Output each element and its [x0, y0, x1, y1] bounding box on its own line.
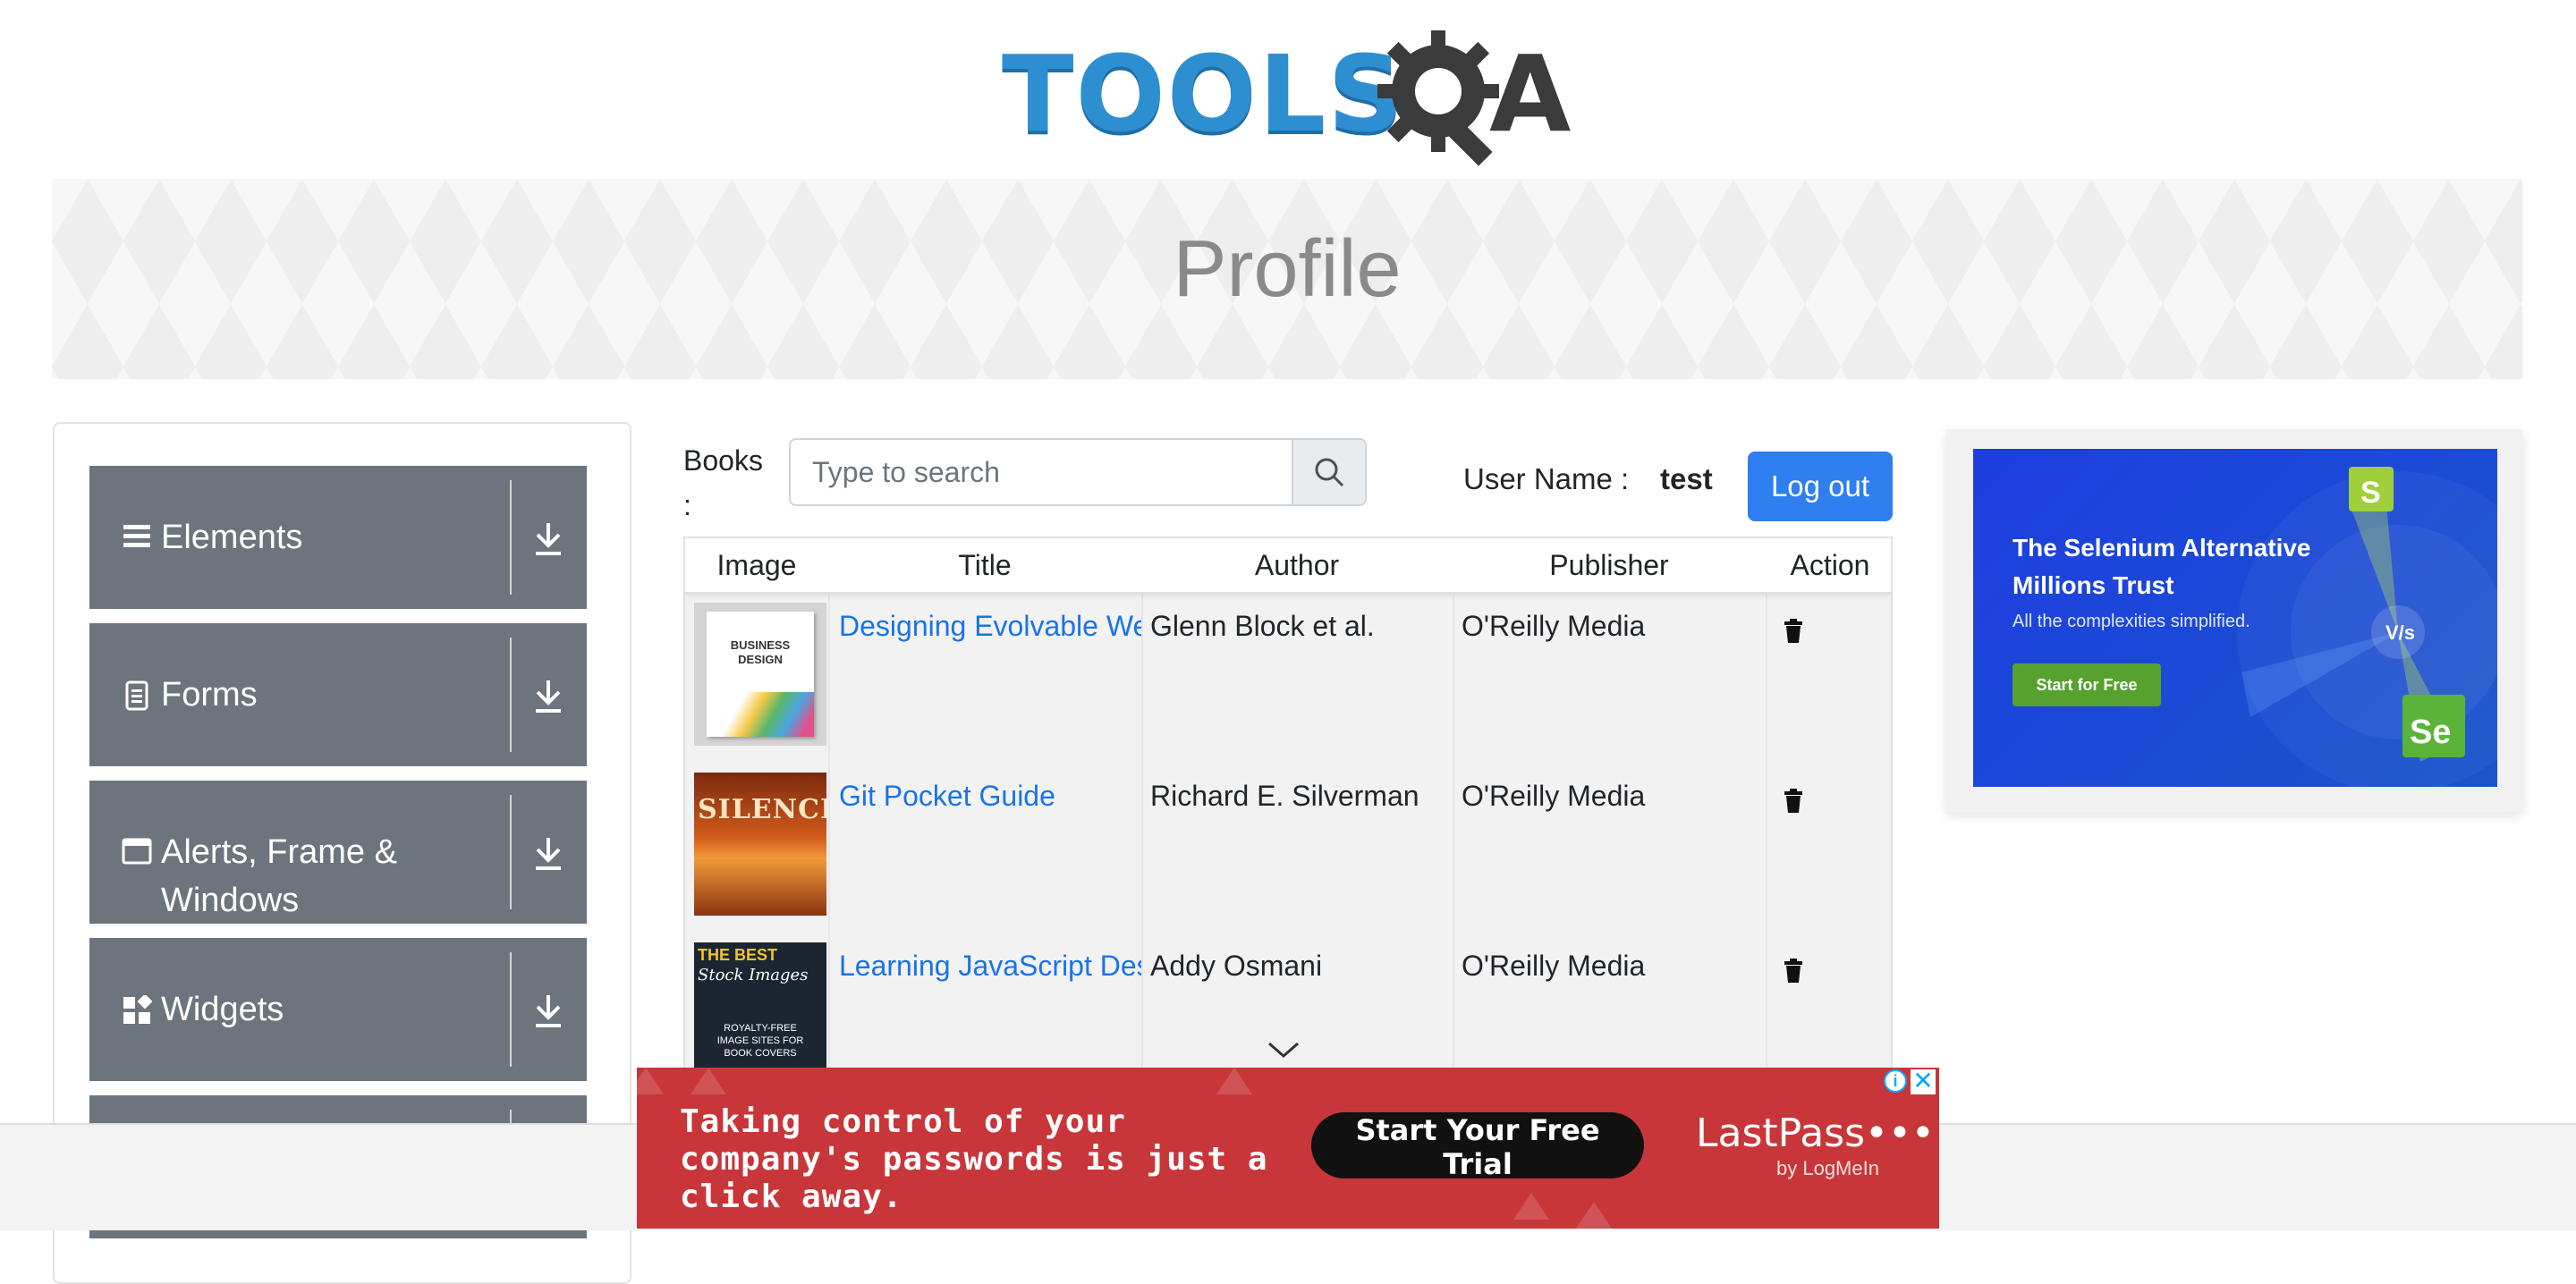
- column-header-author[interactable]: Author: [1141, 538, 1453, 592]
- column-header-publisher[interactable]: Publisher: [1453, 538, 1766, 592]
- bottom-ad[interactable]: Taking control of your company's passwor…: [637, 1068, 1939, 1229]
- sidebar-group-label: Alerts, Frame &: [161, 833, 397, 871]
- book-author: Richard E. Silverman: [1150, 780, 1419, 812]
- logout-button[interactable]: Log out: [1748, 452, 1893, 521]
- book-title-link[interactable]: Learning JavaScript Design Patterns: [839, 948, 1143, 984]
- trash-icon[interactable]: [1784, 619, 1803, 644]
- badge-se: Se: [2410, 714, 2452, 751]
- book-title-link[interactable]: Designing Evolvable Web APIs with ASP.NE…: [839, 608, 1143, 644]
- books-table: BUSINESS DESIGN Designing Evolvable Web …: [683, 536, 1893, 1073]
- book-cover-text: SILENCE: [698, 794, 826, 825]
- logo-suffix: A: [1489, 32, 1572, 156]
- book-title-link[interactable]: Git Pocket Guide: [839, 778, 1143, 814]
- ad-info-icon[interactable]: i: [1884, 1069, 1907, 1093]
- ad-message: Taking control of your company's passwor…: [680, 1103, 1268, 1215]
- toolsqa-logo[interactable]: TOOLS A: [1002, 27, 1583, 166]
- divider: [510, 952, 512, 1067]
- search-icon: [1315, 458, 1344, 487]
- sidebar-group-label-line2: Windows: [161, 882, 300, 919]
- books-label: Books :: [683, 438, 773, 528]
- book-cover-text: ROYALTY-FREE: [724, 1023, 797, 1034]
- download-arrow-icon[interactable]: [532, 992, 564, 1029]
- book-author: Addy Osmani: [1150, 950, 1323, 982]
- table-header: Image Title Author Publisher Action: [685, 538, 1891, 594]
- lastpass-byline: by LogMeIn: [1776, 1157, 1879, 1179]
- book-cover-image[interactable]: BUSINESS DESIGN: [694, 603, 826, 746]
- sidebar-group-forms[interactable]: Forms: [89, 623, 587, 766]
- window-icon: [122, 838, 152, 865]
- chevron-down-icon[interactable]: [1266, 1040, 1301, 1060]
- book-cover-image[interactable]: THE BEST Stock Images ROYALTY-FREE IMAGE…: [694, 942, 826, 1071]
- hamburger-icon: [123, 525, 150, 547]
- books-label-text: Books: [683, 444, 763, 477]
- column-separator: [1453, 538, 1454, 1071]
- divider: [510, 795, 512, 909]
- book-cover-text: BOOK COVERS: [724, 1048, 797, 1059]
- table-row: BUSINESS DESIGN Designing Evolvable Web …: [685, 592, 1891, 762]
- book-cover-text: THE BEST: [698, 946, 778, 964]
- document-icon: [125, 680, 148, 711]
- sidebar-group-label: Widgets: [161, 991, 284, 1028]
- start-free-trial-button[interactable]: Start Your Free Trial: [1311, 1112, 1644, 1181]
- ad-subtext: All the complexities simplified.: [2012, 612, 2250, 631]
- column-separator: [1766, 538, 1767, 1071]
- column-header-image[interactable]: Image: [685, 538, 828, 592]
- search-button[interactable]: [1292, 440, 1365, 504]
- lastpass-logo: LastPass•••|: [1696, 1111, 1939, 1156]
- trash-icon[interactable]: [1784, 959, 1803, 984]
- book-author: Glenn Block et al.: [1150, 610, 1375, 642]
- download-arrow-icon[interactable]: [532, 677, 564, 714]
- download-arrow-icon[interactable]: [532, 520, 564, 557]
- ad-headline: The Selenium Alternative Millions Trust: [2012, 534, 2311, 599]
- sidebar-group-elements[interactable]: Elements: [89, 466, 587, 609]
- start-for-free-button[interactable]: Start for Free: [2012, 663, 2161, 706]
- sidebar-group-widgets[interactable]: Widgets: [89, 938, 587, 1081]
- books-label-colon: :: [683, 489, 691, 521]
- sidebar-group-label: Elements: [161, 519, 303, 556]
- badge-s: S: [2360, 476, 2381, 510]
- book-cover-text: Stock Images: [698, 966, 809, 984]
- search-input[interactable]: [791, 440, 1293, 504]
- right-ad[interactable]: S V/s Se The Selenium Alternative Millio…: [1973, 449, 2497, 787]
- divider: [510, 638, 512, 752]
- username-value: test: [1660, 462, 1713, 495]
- book-cover-text: DESIGN: [738, 653, 783, 666]
- column-separator: [1141, 538, 1143, 1071]
- logo-text: TOOLS: [1002, 32, 1406, 156]
- badge-vs: V/s: [2385, 621, 2416, 644]
- column-header-title[interactable]: Title: [828, 538, 1141, 592]
- sidebar-group-label: Forms: [161, 676, 258, 714]
- trash-icon[interactable]: [1784, 789, 1803, 814]
- column-separator: [828, 538, 830, 1071]
- page-title: Profile: [1173, 224, 1402, 314]
- divider: [510, 480, 512, 595]
- sidebar-group-alerts-frame-windows[interactable]: Alerts, Frame & Windows: [89, 781, 587, 924]
- book-cover-image[interactable]: SILENCE: [694, 773, 826, 916]
- book-publisher: O'Reilly Media: [1462, 610, 1646, 642]
- column-header-action[interactable]: Action: [1766, 538, 1891, 592]
- search-box: [789, 438, 1367, 506]
- username-label: User Name :: [1463, 462, 1630, 495]
- book-publisher: O'Reilly Media: [1462, 780, 1646, 812]
- page-banner: Profile: [52, 179, 2522, 379]
- table-row: SILENCE Git Pocket Guide Richard E. Silv…: [685, 762, 1891, 932]
- book-cover-text: IMAGE SITES FOR: [716, 1035, 804, 1046]
- download-arrow-icon[interactable]: [532, 834, 564, 872]
- book-cover-text: BUSINESS: [730, 638, 791, 652]
- widgets-icon: [123, 995, 152, 1024]
- ad-close-icon[interactable]: ✕: [1911, 1069, 1936, 1094]
- book-publisher: O'Reilly Media: [1462, 950, 1646, 982]
